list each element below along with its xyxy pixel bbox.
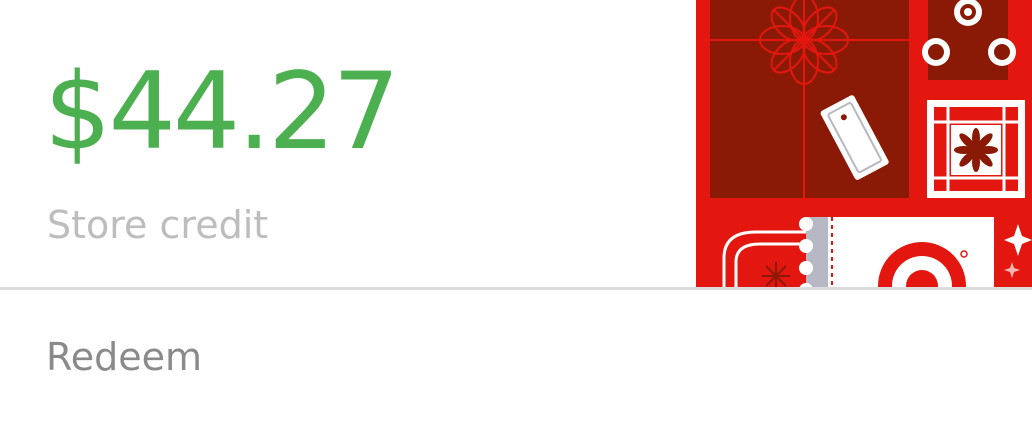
credit-label: Store credit — [47, 203, 269, 247]
redeem-label: Redeem — [46, 335, 202, 379]
redeem-button[interactable]: Redeem — [0, 290, 1032, 432]
gift-card-artwork — [696, 0, 1032, 288]
store-credit-card: $44.27 Store credit Redeem — [0, 0, 1032, 432]
balance-section: $44.27 Store credit — [0, 0, 696, 288]
gift-card-art-icon — [696, 0, 1032, 288]
credit-amount: $44.27 — [44, 50, 400, 173]
